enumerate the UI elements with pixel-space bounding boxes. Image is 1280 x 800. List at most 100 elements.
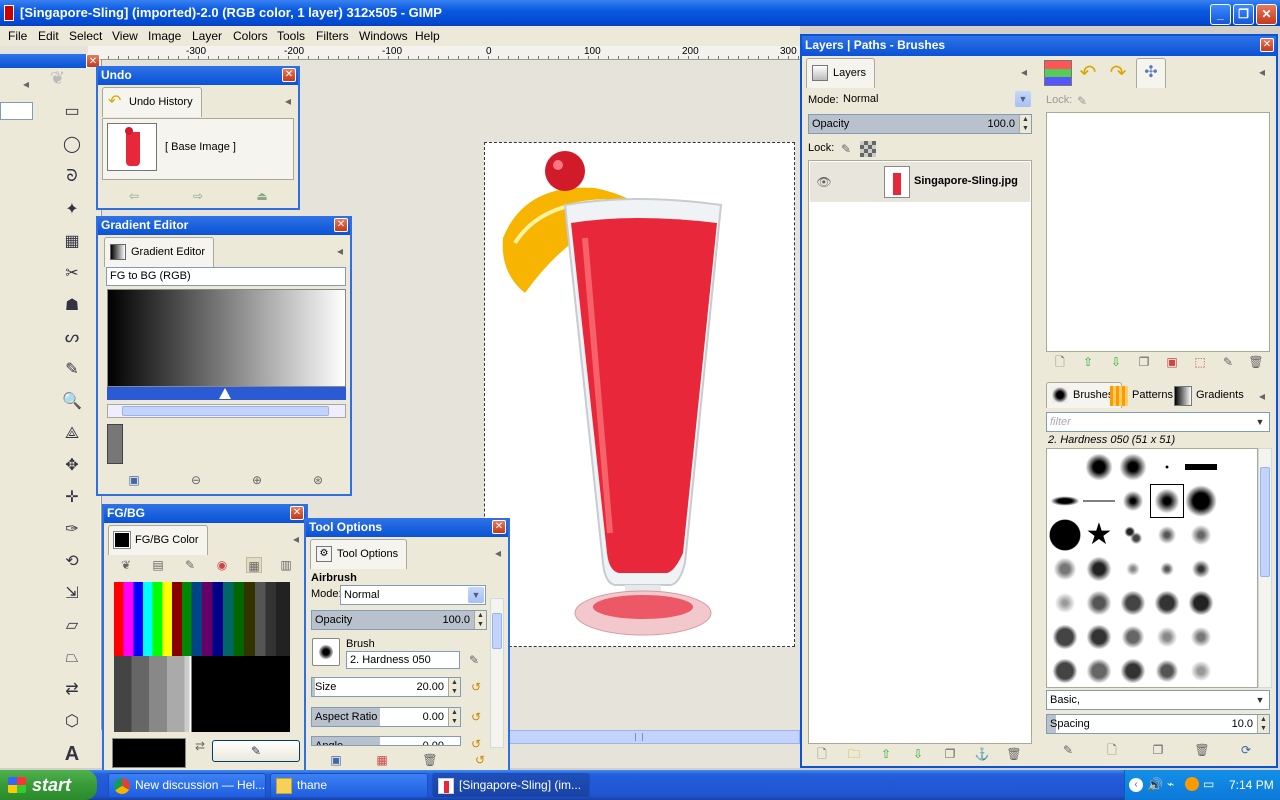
redo-icon[interactable]: ⇨ [190, 188, 206, 204]
fgbg-close-icon[interactable]: ✕ [290, 506, 304, 520]
rect-select-icon[interactable]: ▭ [60, 100, 84, 124]
security-icon[interactable] [1185, 777, 1199, 791]
cage-transform-icon[interactable]: ⬡ [60, 710, 84, 734]
menu-filters[interactable]: Filters [316, 28, 349, 44]
brush-hardness-025[interactable] [1185, 485, 1217, 517]
new-brush-icon[interactable]: 🗋 [1104, 742, 1120, 758]
opacity-slider[interactable]: Opacity 100.0 ▲ ▼ [311, 610, 487, 630]
tab-paths-icon[interactable]: ✣ [1136, 58, 1166, 88]
brush-texture-18[interactable] [1049, 655, 1081, 687]
brush-preview-button[interactable] [312, 638, 340, 666]
shear-icon[interactable]: ▱ [60, 614, 84, 638]
undo-tab-menu-icon[interactable]: ◂ [280, 93, 296, 109]
align-icon[interactable]: ✛ [60, 486, 84, 510]
edit-brush-icon[interactable]: ✎ [466, 652, 482, 668]
brush-line[interactable] [1083, 485, 1115, 517]
angle-slider[interactable]: Angle 0.00 [311, 736, 461, 746]
brush-texture-9[interactable] [1083, 587, 1115, 619]
brush-grid-scrollbar[interactable] [1258, 448, 1272, 688]
restore-options-icon[interactable]: ▦ [374, 752, 390, 768]
menu-select[interactable]: Select [69, 28, 102, 44]
brush-texture-16[interactable] [1151, 621, 1183, 653]
foreground-select-icon[interactable]: ☗ [60, 294, 84, 318]
delete-options-icon[interactable]: 🗑 [422, 752, 438, 768]
stroke-path-icon[interactable]: ✎ [1220, 354, 1236, 370]
close-button[interactable]: ✕ [1256, 4, 1277, 25]
anchor-layer-icon[interactable]: ⚓ [974, 746, 990, 762]
paint-mode-select[interactable]: Normal ▼ [340, 585, 486, 605]
layer-visibility-eye-icon[interactable]: 👁 [816, 174, 832, 190]
tool-options-scrollbar[interactable] [490, 598, 504, 748]
menu-layer[interactable]: Layer [192, 28, 222, 44]
brush-texture-3[interactable] [1049, 553, 1081, 585]
new-layer-icon[interactable]: 🗋 [814, 746, 830, 762]
brush-texture-21[interactable] [1151, 655, 1183, 687]
measure-icon[interactable]: ⟁ [60, 422, 84, 446]
paths-icon[interactable]: ᔕ [60, 326, 84, 350]
new-path-icon[interactable]: 🗋 [1052, 354, 1068, 370]
duplicate-brush-icon[interactable]: ❐ [1150, 742, 1166, 758]
palette-selector-icon[interactable]: ▦ [246, 557, 262, 573]
tab-redo-icon[interactable]: ↷ [1104, 60, 1132, 86]
brush-spacing-stepper[interactable]: ▲ ▼ [1257, 715, 1269, 733]
paths-lock-icon[interactable]: ✎ [1074, 93, 1090, 109]
layers-tab-menu-icon[interactable]: ◂ [1016, 64, 1032, 80]
color-dropper-button[interactable]: ✎ [212, 740, 300, 762]
table-row[interactable]: 👁 Singapore-Sling.jpg [810, 162, 1030, 202]
zoom-out-icon[interactable]: ⊖ [188, 472, 204, 488]
reset-aspect-icon[interactable]: ↺ [468, 709, 484, 725]
brush-filter-input[interactable]: filter ▼ [1046, 412, 1270, 432]
new-layer-group-icon[interactable]: 🗀 [846, 746, 862, 762]
tab-undo-history[interactable]: ↶ Undo History [102, 87, 202, 117]
raise-layer-icon[interactable]: ⇧ [878, 746, 894, 762]
tool-options-tab-menu-icon[interactable]: ◂ [490, 545, 506, 561]
gimp-selector-icon[interactable]: ❦ [118, 557, 134, 573]
menu-help[interactable]: Help [415, 28, 440, 44]
perspective-icon[interactable]: ⏢ [60, 646, 84, 670]
lasso-icon[interactable]: ᘐ [60, 165, 84, 189]
menu-image[interactable]: Image [148, 28, 181, 44]
undo-close-icon[interactable]: ✕ [282, 68, 296, 82]
layers-dock-close-icon[interactable]: ✕ [1260, 38, 1274, 52]
cmyk-selector-icon[interactable]: ▤ [150, 557, 166, 573]
aspect-ratio-stepper[interactable]: ▲ ▼ [448, 708, 460, 726]
layer-opacity-stepper[interactable]: ▲ ▼ [1019, 115, 1031, 133]
brush-texture-1[interactable] [1151, 519, 1183, 551]
image-canvas[interactable] [484, 142, 795, 647]
tool-options-close-icon[interactable]: ✕ [492, 520, 506, 534]
gradient-color-swatch[interactable] [107, 424, 123, 464]
brush-soft[interactable] [1117, 485, 1149, 517]
scissors-icon[interactable]: ✂ [60, 262, 84, 286]
taskbar-item-folder[interactable]: thane [270, 773, 428, 798]
toolbox-menu-arrow-icon[interactable]: ◂ [18, 76, 34, 92]
brush-texture-2[interactable] [1185, 519, 1217, 551]
brush-star[interactable]: ★ [1083, 519, 1115, 551]
lock-alpha-icon[interactable] [860, 141, 876, 157]
brush-texture-22[interactable] [1185, 655, 1217, 687]
brush-texture-7[interactable] [1185, 553, 1217, 585]
tab-tool-options[interactable]: ⚙ Tool Options [310, 539, 408, 569]
brush-texture-12[interactable] [1185, 587, 1217, 619]
crop-icon[interactable]: ✑ [60, 518, 84, 542]
duplicate-layer-icon[interactable]: ❐ [942, 746, 958, 762]
monitor-icon[interactable]: ▭ [1203, 777, 1214, 791]
text-tool-icon[interactable]: A [60, 742, 84, 766]
delete-path-icon[interactable]: 🗑 [1248, 354, 1264, 370]
reset-options-icon[interactable]: ↺ [472, 752, 488, 768]
menu-tools[interactable]: Tools [277, 28, 305, 44]
lock-pixels-icon[interactable]: ✎ [838, 141, 854, 157]
taskbar-item-gimp[interactable]: [Singapore-Sling] (im... [432, 773, 590, 798]
brush-spacing-slider[interactable]: Spacing 10.0 ▲ ▼ [1046, 714, 1270, 734]
watercolor-selector-icon[interactable]: ✎ [182, 557, 198, 573]
brush-circle[interactable] [1049, 519, 1081, 551]
size-stepper[interactable]: ▲ ▼ [448, 678, 460, 696]
brush-hardness-100[interactable] [1083, 451, 1115, 483]
selection-to-path-icon[interactable]: ⬚ [1192, 354, 1208, 370]
tray-arrow-icon[interactable]: ‹ [1129, 778, 1143, 792]
brush-texture-15[interactable] [1117, 621, 1149, 653]
menu-windows[interactable]: Windows [359, 28, 408, 44]
reset-size-icon[interactable]: ↺ [468, 679, 484, 695]
brush-texture-17[interactable] [1185, 621, 1217, 653]
delete-layer-icon[interactable]: 🗑 [1006, 746, 1022, 762]
gradient-midpoint-handle[interactable] [219, 388, 231, 399]
